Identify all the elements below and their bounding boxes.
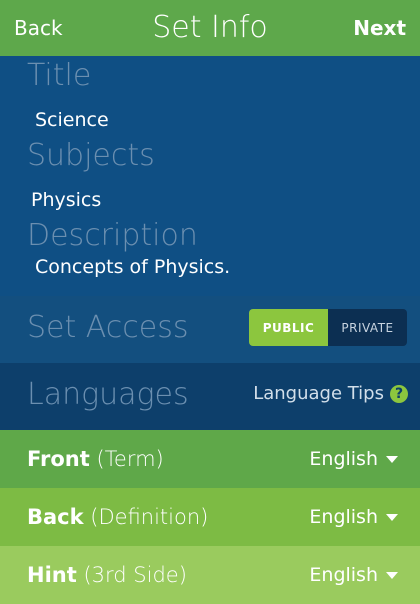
hint-language-row[interactable]: Hint (3rd Side) English [0,546,420,604]
hint-language-select[interactable]: English [309,564,398,586]
back-language-row[interactable]: Back (Definition) English [0,488,420,546]
hint-label: Hint (3rd Side) [27,563,187,587]
front-language-row[interactable]: Front (Term) English [0,430,420,488]
subjects-label: Subjects [27,138,155,173]
language-tips-label: Language Tips [253,383,384,404]
top-bar: Back Set Info Next [0,0,420,56]
subjects-field[interactable]: Physics [31,189,101,211]
title-label: Title [27,58,92,93]
chevron-down-icon [386,571,398,579]
front-label: Front (Term) [27,447,164,471]
access-toggle[interactable]: PUBLIC PRIVATE [249,309,407,346]
chevron-down-icon [386,455,398,463]
languages-row: Languages Language Tips ? [0,363,420,430]
help-icon: ? [390,384,408,403]
back-label: Back (Definition) [27,505,209,529]
description-field[interactable]: Concepts of Physics. [35,256,230,278]
public-option[interactable]: PUBLIC [249,309,328,346]
set-access-row: Set Access PUBLIC PRIVATE [0,296,420,363]
front-language-select[interactable]: English [309,448,398,470]
private-option[interactable]: PRIVATE [328,309,407,346]
set-access-label: Set Access [27,310,189,345]
languages-label: Languages [27,377,189,412]
language-tips-link[interactable]: Language Tips ? [253,383,408,404]
back-language-select[interactable]: English [309,506,398,528]
chevron-down-icon [386,513,398,521]
next-button[interactable]: Next [353,16,406,40]
title-field[interactable]: Science [35,109,109,131]
set-info-form: Title Science Subjects Physics Descripti… [0,56,420,296]
description-label: Description [27,218,198,253]
